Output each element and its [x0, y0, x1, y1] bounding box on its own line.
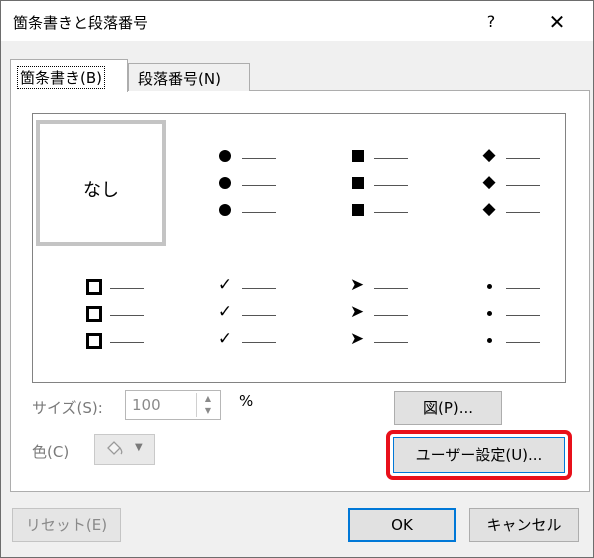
arrow-icon: ➤: [349, 302, 365, 322]
bullet-line: [480, 278, 550, 294]
help-button[interactable]: ?: [477, 9, 505, 35]
bullet-option-arrow[interactable]: ➤ ➤ ➤: [348, 275, 418, 349]
small-dot-icon: [487, 311, 492, 316]
filled-circle-icon: [219, 150, 231, 162]
bullet-line: ✓: [216, 329, 286, 349]
bullet-line: ✓: [216, 275, 286, 295]
spin-up-icon[interactable]: ▲: [197, 393, 219, 405]
bullet-option-diamond[interactable]: ◆ ◆ ◆: [480, 145, 550, 219]
bullet-line: ➤: [348, 329, 418, 349]
diamond-icon: ◆: [482, 199, 496, 219]
color-label: 色(C): [32, 443, 70, 461]
tab-bullets-label: 箇条書き(B): [17, 66, 105, 89]
hollow-square-icon: [86, 279, 102, 295]
size-label: サイズ(S):: [32, 399, 103, 417]
highlight-box: [386, 430, 572, 480]
title-bar: 箇条書きと段落番号 ? ✕: [1, 1, 593, 41]
bullet-option-none[interactable]: なし: [36, 120, 166, 246]
check-icon: ✓: [217, 275, 233, 295]
bullet-line: ✓: [216, 302, 286, 322]
window-title: 箇条書きと段落番号: [13, 14, 149, 32]
bullet-line: [84, 305, 154, 322]
bullet-line: [348, 202, 418, 218]
filled-square-icon: [352, 204, 364, 216]
bullet-option-filled-circle[interactable]: [216, 148, 286, 218]
bullet-line: ➤: [348, 302, 418, 322]
small-dot-icon: [487, 338, 492, 343]
none-label: なし: [83, 180, 119, 201]
hollow-square-icon: [86, 306, 102, 322]
paint-bucket-icon: [105, 440, 125, 462]
bullet-option-small-dot[interactable]: [480, 278, 550, 348]
reset-button[interactable]: リセット(E): [12, 508, 121, 542]
bullet-gallery: なし ◆ ◆ ◆ ✓ ✓ ✓ ➤ ➤ ➤: [32, 113, 566, 383]
bullets-numbering-dialog: 箇条書きと段落番号 ? ✕ 箇条書き(B) 段落番号(N) なし ◆ ◆ ◆ ✓…: [0, 0, 594, 558]
hollow-square-icon: [86, 333, 102, 349]
cancel-button[interactable]: キャンセル: [469, 508, 579, 542]
percent-unit: %: [239, 392, 254, 410]
tab-numbered[interactable]: 段落番号(N): [128, 63, 250, 91]
size-value: 100: [132, 396, 161, 414]
bullet-line: [348, 148, 418, 164]
bullet-line: [216, 175, 286, 191]
spin-down-icon[interactable]: ▼: [197, 405, 219, 417]
bullet-line: [348, 175, 418, 191]
diamond-icon: ◆: [482, 145, 496, 165]
diamond-icon: ◆: [482, 172, 496, 192]
bullet-line: ◆: [480, 199, 550, 219]
bullet-line: [216, 148, 286, 164]
bullet-line: [84, 278, 154, 295]
tab-bullets[interactable]: 箇条書き(B): [10, 59, 128, 92]
bullet-option-filled-square[interactable]: [348, 148, 418, 218]
check-icon: ✓: [217, 329, 233, 349]
size-spinner[interactable]: ▲ ▼: [196, 393, 219, 417]
arrow-icon: ➤: [349, 329, 365, 349]
arrow-icon: ➤: [349, 275, 365, 295]
size-input[interactable]: 100 ▲ ▼: [125, 390, 221, 420]
bullet-line: [480, 332, 550, 348]
bullet-line: [84, 332, 154, 349]
bullet-line: ➤: [348, 275, 418, 295]
bullet-option-hollow-square[interactable]: [84, 278, 154, 349]
bullet-line: ◆: [480, 145, 550, 165]
filled-square-icon: [352, 177, 364, 189]
ok-button[interactable]: OK: [348, 508, 456, 542]
tab-numbered-label: 段落番号(N): [138, 70, 221, 88]
filled-circle-icon: [219, 177, 231, 189]
color-picker-button[interactable]: ▼: [94, 434, 155, 465]
filled-square-icon: [352, 150, 364, 162]
bullet-line: [480, 305, 550, 321]
filled-circle-icon: [219, 204, 231, 216]
check-icon: ✓: [217, 302, 233, 322]
close-button[interactable]: ✕: [539, 7, 575, 37]
picture-button[interactable]: 図(P)...: [394, 391, 502, 425]
bullet-option-check[interactable]: ✓ ✓ ✓: [216, 275, 286, 349]
chevron-down-icon: ▼: [135, 442, 143, 453]
bullet-line: [216, 202, 286, 218]
small-dot-icon: [487, 284, 492, 289]
bullet-line: ◆: [480, 172, 550, 192]
